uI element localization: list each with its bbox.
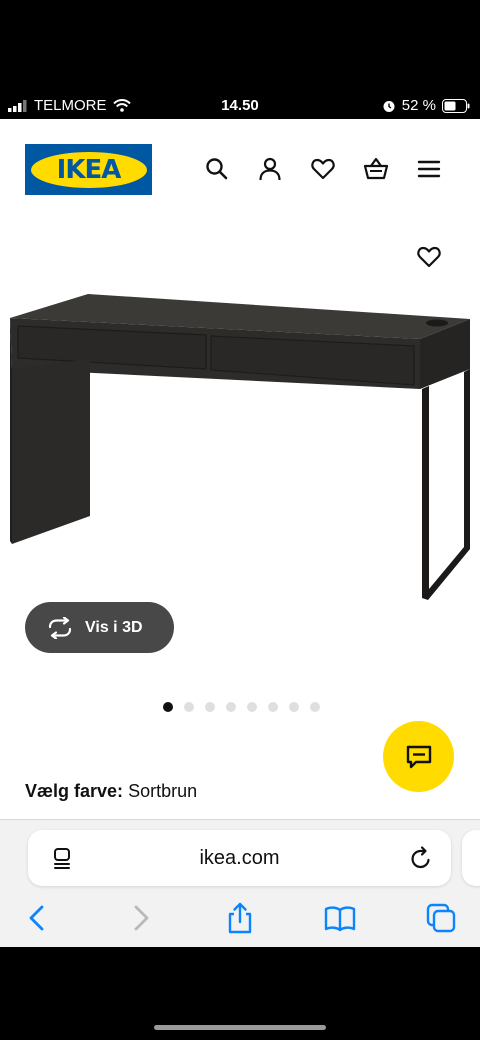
chat-button[interactable] [383,721,454,792]
reload-icon[interactable] [409,845,433,871]
home-indicator [154,1025,326,1030]
address-bar[interactable]: ikea.com [28,830,451,886]
logo-text: IKEA [56,154,122,185]
battery-icon [442,98,470,113]
color-label: Vælg farve: [25,781,124,801]
next-tab-preview[interactable] [462,830,480,886]
color-value: Sortbrun [128,781,198,801]
tabs-icon[interactable] [425,902,457,934]
site-header: IKEA [0,144,480,196]
alarm-icon [383,100,395,112]
browser-bar: ikea.com [0,819,480,947]
gallery-pagination [163,702,320,712]
color-selector[interactable]: Vælg farve: Sortbrun [25,781,197,802]
gallery-dot[interactable] [163,702,173,712]
gallery-dot[interactable] [268,702,278,712]
chat-icon [406,745,431,768]
browser-toolbar [0,902,480,942]
search-icon[interactable] [204,156,230,182]
phone-screen: TELMORE 14.50 52 % IKEA Vis i 3D Vælg fa… [0,0,480,1040]
status-right: 52 % [382,97,470,114]
gallery-dot[interactable] [226,702,236,712]
view-3d-button[interactable]: Vis i 3D [25,602,174,653]
gallery-dot[interactable] [247,702,257,712]
url-text: ikea.com [199,847,280,869]
bookmarks-icon[interactable] [324,902,356,934]
share-icon[interactable] [224,902,256,934]
header-icons [204,156,442,182]
favorite-product-icon[interactable] [416,244,442,270]
rotate-3d-icon [48,616,72,639]
view-3d-label: Vis i 3D [85,618,143,636]
gallery-dot[interactable] [289,702,299,712]
logo-oval: IKEA [30,151,147,188]
account-icon[interactable] [257,156,283,182]
status-bar: TELMORE 14.50 52 % [0,94,480,119]
basket-icon[interactable] [363,156,389,182]
heart-icon[interactable] [310,156,336,182]
product-image-desk[interactable] [8,289,472,609]
battery-percent: 52 % [401,97,436,114]
gallery-dot[interactable] [310,702,320,712]
web-page: IKEA Vis i 3D Vælg farve: Sortbrun [0,119,480,819]
forward-icon[interactable] [124,902,156,934]
back-icon[interactable] [22,902,54,934]
gallery-dot[interactable] [205,702,215,712]
ikea-logo[interactable]: IKEA [25,144,152,195]
gallery-dot[interactable] [184,702,194,712]
menu-icon[interactable] [416,156,442,182]
